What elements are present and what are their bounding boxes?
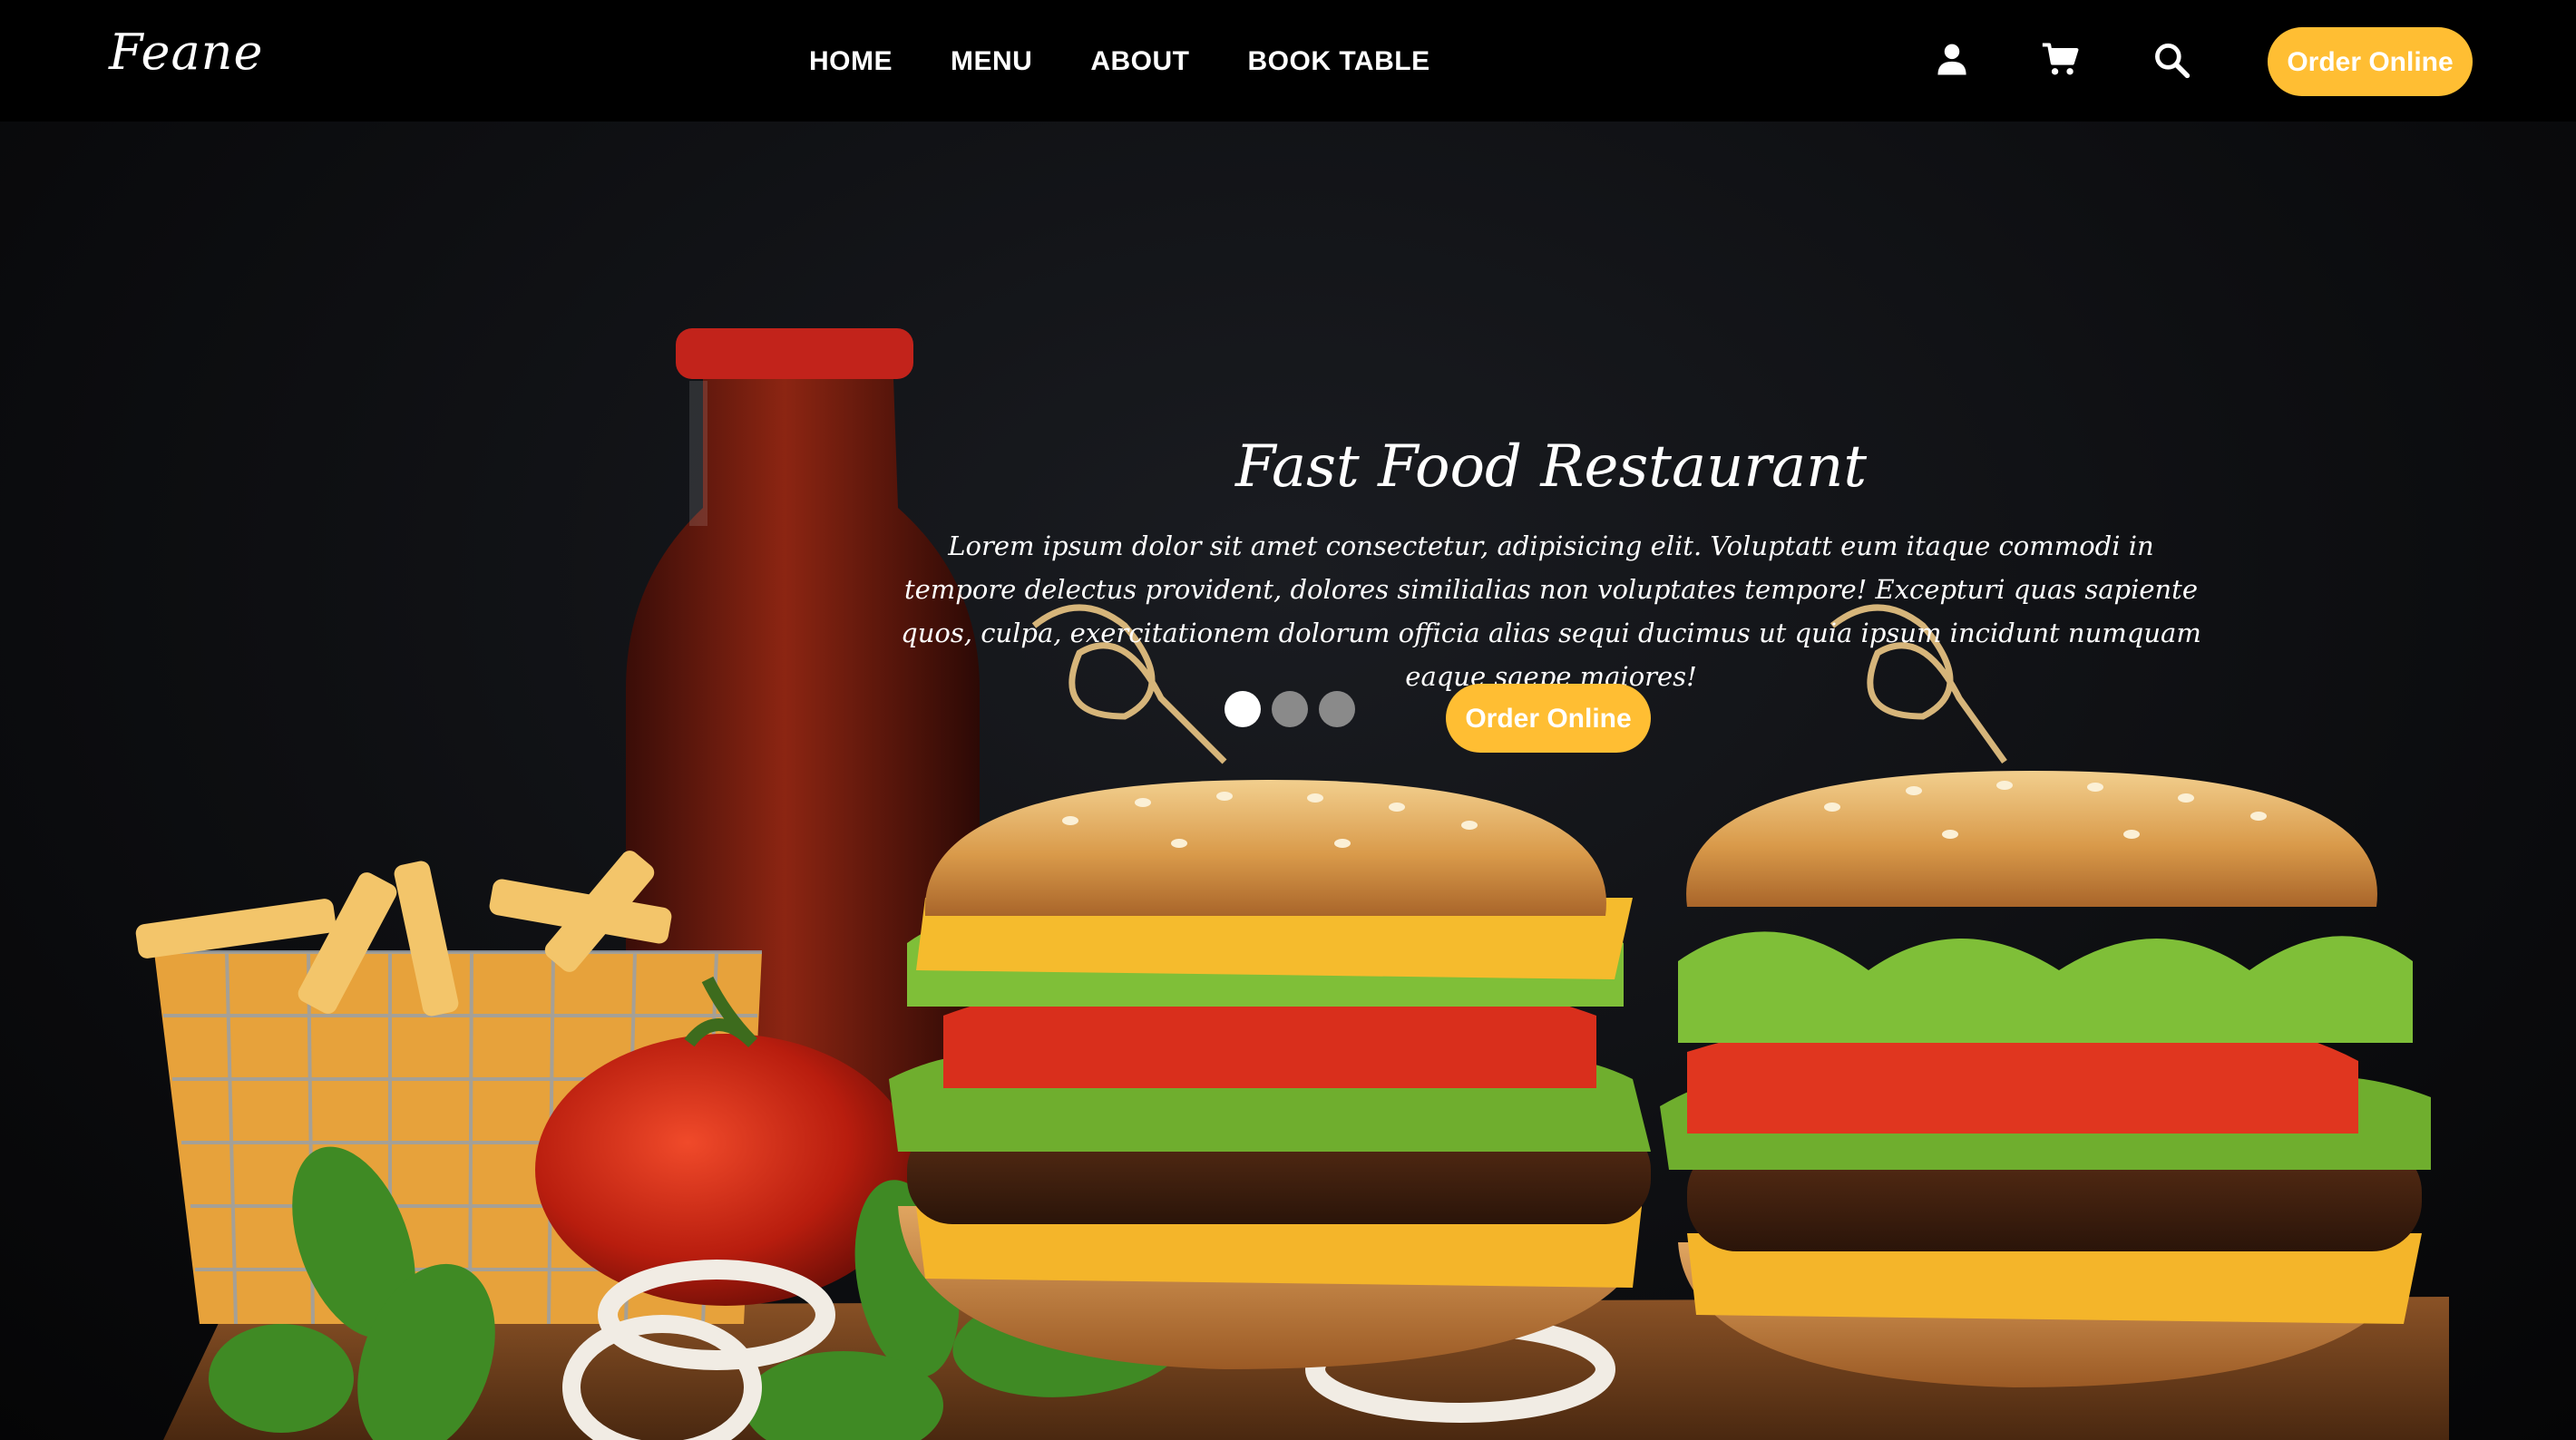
hero-title: Fast Food Restaurant	[1234, 433, 1868, 501]
hero-description: Lorem ipsum dolor sit amet consectetur, …	[901, 530, 2201, 692]
carousel-dot-1[interactable]	[1225, 691, 1261, 727]
page: Feane HOME MENU ABOUT BOOK TABLE Order O…	[0, 0, 2576, 1440]
site-header: Feane HOME MENU ABOUT BOOK TABLE Order O…	[0, 0, 2576, 122]
nav-item-book-table[interactable]: BOOK TABLE	[1219, 40, 1459, 83]
nav-item-home[interactable]: HOME	[780, 40, 922, 83]
carousel-indicators	[1225, 691, 1355, 727]
nav-item-menu[interactable]: MENU	[922, 40, 1061, 83]
brand-logo[interactable]: Feane	[109, 24, 263, 81]
carousel-dot-2[interactable]	[1272, 691, 1308, 727]
user-icon[interactable]	[1932, 40, 1972, 80]
hero-order-online-button[interactable]: Order Online	[1446, 684, 1651, 753]
nav-item-about[interactable]: ABOUT	[1061, 40, 1218, 83]
hero-food-image	[135, 328, 2449, 1440]
search-icon[interactable]	[2152, 40, 2191, 80]
cart-icon[interactable]	[2041, 40, 2081, 80]
main-nav: HOME MENU ABOUT BOOK TABLE	[780, 40, 1459, 83]
carousel-dot-3[interactable]	[1319, 691, 1355, 727]
header-order-online-button[interactable]: Order Online	[2268, 27, 2473, 96]
